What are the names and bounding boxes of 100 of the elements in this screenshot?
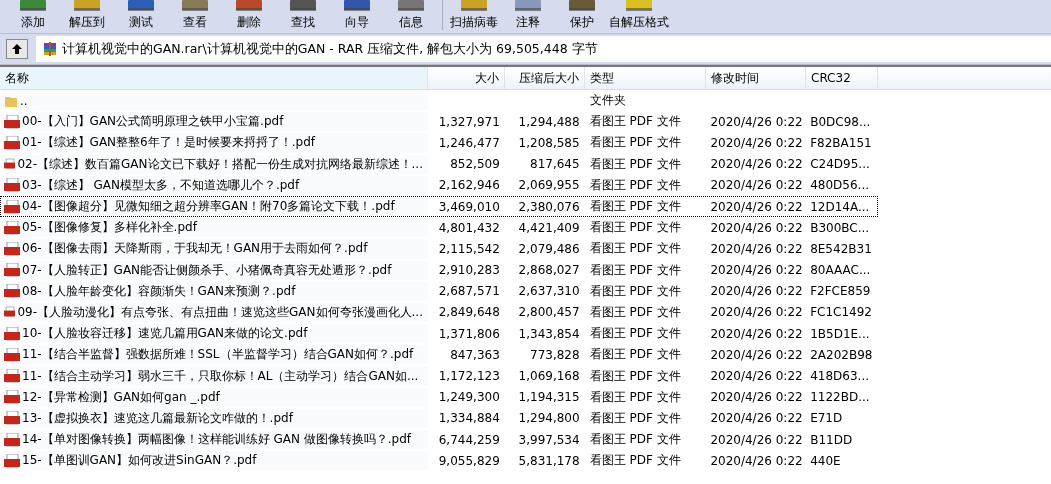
modified-cell: 2020/4/26 0:22 bbox=[710, 178, 803, 193]
toolbar-icon bbox=[288, 0, 318, 12]
file-row[interactable]: 06-【图像去雨】天降斯雨，于我却无！GAN用于去雨如何？.pdf 2,115,542 2,079,486 看图王 PDF 文件 2020/4/26 0:22 8E542B31 bbox=[0, 238, 878, 260]
type-cell: 看图王 PDF 文件 bbox=[589, 240, 681, 258]
modified-cell: 2020/4/26 0:22 bbox=[710, 135, 803, 150]
pdf-file-icon bbox=[4, 284, 20, 299]
packed-size-cell: 2,380,076 bbox=[518, 199, 580, 214]
modified-cell: 2020/4/26 0:22 bbox=[710, 284, 803, 299]
pdf-file-icon bbox=[4, 135, 20, 150]
file-row[interactable]: 05-【图像修复】多样化补全.pdf 4,801,432 4,421,409 看图王 PDF 文件 2020/4/26 0:22 B300BC... bbox=[0, 217, 878, 239]
type-cell: 文件夹 bbox=[589, 92, 626, 110]
address-field[interactable]: 计算机视觉中的GAN.rar\计算机视觉中的GAN - RAR 压缩文件, 解包大小为 69,505,448 字节 bbox=[36, 36, 1051, 62]
toolbar-icon bbox=[513, 0, 543, 12]
file-row[interactable]: 13-【虚拟换衣】速览这几篇最新论文咋做的！.pdf 1,334,884 1,294,800 看图王 PDF 文件 2020/4/26 0:22 E71D bbox=[0, 407, 878, 429]
file-row[interactable]: 14-【单对图像转换】两幅图像！这样能训练好 GAN 做图像转换吗？.pdf 6,744,259 3,997,534 看图王 PDF 文件 2020/4/26 0:22 B11DD bbox=[0, 429, 878, 451]
toolbar-button[interactable]: 测试 bbox=[114, 0, 168, 32]
packed-size-cell: 2,079,486 bbox=[518, 241, 580, 256]
packed-size-cell: 1,294,800 bbox=[518, 411, 580, 426]
modified-cell: 2020/4/26 0:22 bbox=[710, 241, 803, 256]
type-cell: 看图王 PDF 文件 bbox=[589, 113, 681, 131]
size-cell: 1,249,300 bbox=[438, 390, 500, 405]
column-header[interactable]: CRC32 bbox=[806, 67, 878, 89]
crc-cell: 418D63... bbox=[810, 369, 869, 384]
toolbar-button[interactable]: 扫描病毒 bbox=[447, 0, 501, 32]
toolbar-button[interactable]: 信息 bbox=[384, 0, 438, 32]
type-cell: 看图王 PDF 文件 bbox=[589, 452, 681, 470]
column-header[interactable]: 名称 bbox=[0, 67, 428, 89]
crc-cell: 80AAAC... bbox=[810, 263, 871, 278]
toolbar-button[interactable]: 添加 bbox=[6, 0, 60, 32]
column-header[interactable]: 修改时间 bbox=[706, 67, 806, 89]
toolbar-icon bbox=[126, 0, 156, 12]
toolbar-button[interactable]: 注释 bbox=[501, 0, 555, 32]
file-name: 13-【虚拟换衣】速览这几篇最新论文咋做的！.pdf bbox=[22, 409, 293, 427]
up-folder-button[interactable] bbox=[6, 39, 28, 59]
packed-size-cell: 1,194,315 bbox=[518, 390, 580, 405]
toolbar-icon bbox=[459, 0, 489, 12]
column-header[interactable]: 压缩后大小 bbox=[505, 67, 585, 89]
toolbar-icon bbox=[624, 0, 654, 12]
toolbar-icon bbox=[234, 0, 264, 12]
type-cell: 看图王 PDF 文件 bbox=[589, 409, 681, 427]
toolbar-button[interactable]: 删除 bbox=[222, 0, 276, 32]
modified-cell: 2020/4/26 0:22 bbox=[710, 199, 803, 214]
file-row[interactable]: 08-【人脸年龄变化】容颜渐失！GAN来预测？.pdf 2,687,571 2,637,310 看图王 PDF 文件 2020/4/26 0:22 F2FCE859 bbox=[0, 280, 878, 302]
modified-cell: 2020/4/26 0:22 bbox=[710, 432, 803, 447]
up-arrow-icon bbox=[10, 43, 24, 55]
file-row[interactable]: 01-【综述】GAN整整6年了！是时候要来捋捋了！.pdf 1,246,477 1,208,585 看图王 PDF 文件 2020/4/26 0:22 F82BA151 bbox=[0, 132, 878, 154]
type-cell: 看图王 PDF 文件 bbox=[589, 346, 681, 364]
toolbar-icon bbox=[180, 0, 210, 12]
file-row[interactable]: 00-【入门】GAN公式简明原理之铁甲小宝篇.pdf 1,327,971 1,294,488 看图王 PDF 文件 2020/4/26 0:22 B0DC98... bbox=[0, 111, 878, 133]
file-name: 07-【人脸转正】GAN能否让侧颜杀手、小猪佩奇真容无处遁形？.pdf bbox=[22, 261, 392, 279]
crc-cell: FC1C1492 bbox=[810, 305, 872, 320]
file-row[interactable]: 09-【人脸动漫化】有点夸张、有点扭曲！速览这些GAN如何夸张漫画化人... 2,849,648 2,800,457 看图王 PDF 文件 2020/4/26 0:22 FC1C1492 bbox=[0, 301, 878, 324]
size-cell: 1,172,123 bbox=[438, 369, 500, 384]
modified-cell: 2020/4/26 0:22 bbox=[710, 114, 803, 129]
file-row[interactable]: 02-【综述】数百篇GAN论文已下载好！搭配一份生成对抗网络最新综述！... 852,509 817,645 看图王 PDF 文件 2020/4/26 0:22 C24D95... bbox=[0, 153, 878, 175]
modified-cell: 2020/4/26 0:22 bbox=[710, 369, 803, 384]
size-cell: 2,687,571 bbox=[438, 284, 500, 299]
crc-cell: 1122BD... bbox=[810, 390, 870, 405]
size-cell: 1,246,477 bbox=[438, 135, 500, 150]
pdf-file-icon bbox=[4, 114, 20, 129]
column-header[interactable]: 大小 bbox=[428, 67, 505, 89]
pdf-file-icon bbox=[4, 326, 20, 341]
file-row[interactable]: 04-【图像超分】见微知细之超分辨率GAN！附70多篇论文下载！.pdf 3,469,010 2,380,076 看图王 PDF 文件 2020/4/26 0:22 12D14A... bbox=[0, 195, 878, 218]
size-cell: 2,910,283 bbox=[438, 263, 500, 278]
modified-cell: 2020/4/26 0:22 bbox=[710, 220, 803, 235]
file-row[interactable]: 10-【人脸妆容迁移】速览几篇用GAN来做的论文.pdf 1,371,806 1,343,854 看图王 PDF 文件 2020/4/26 0:22 1B5D1E... bbox=[0, 323, 878, 345]
file-row[interactable]: .. 文件夹 bbox=[0, 90, 878, 112]
file-row[interactable]: 07-【人脸转正】GAN能否让侧颜杀手、小猪佩奇真容无处遁形？.pdf 2,910,283 2,868,027 看图王 PDF 文件 2020/4/26 0:22 80AAAC... bbox=[0, 259, 878, 281]
packed-size-cell: 2,069,955 bbox=[518, 178, 580, 193]
toolbar-button[interactable]: 向导 bbox=[330, 0, 384, 32]
pdf-file-icon bbox=[4, 453, 20, 468]
modified-cell: 2020/4/26 0:22 bbox=[710, 157, 803, 172]
crc-cell: B0DC98... bbox=[810, 114, 871, 129]
pdf-file-icon bbox=[4, 432, 20, 447]
file-row[interactable]: 11-【结合主动学习】弱水三千，只取你标！AL（主动学习）结合GAN如... 1,172,123 1,069,168 看图王 PDF 文件 2020/4/26 0:22 418D63... bbox=[0, 365, 878, 387]
toolbar-button[interactable]: 查看 bbox=[168, 0, 222, 32]
toolbar-button[interactable]: 自解压格式 bbox=[609, 0, 669, 32]
type-cell: 看图王 PDF 文件 bbox=[589, 388, 681, 406]
size-cell: 1,371,806 bbox=[438, 326, 500, 341]
file-name: 08-【人脸年龄变化】容颜渐失！GAN来预测？.pdf bbox=[22, 282, 296, 300]
packed-size-cell: 2,868,027 bbox=[518, 263, 580, 278]
file-row[interactable]: 11-【结合半监督】强数据所难！SSL（半监督学习）结合GAN如何？.pdf 847,363 773,828 看图王 PDF 文件 2020/4/26 0:22 2A202B98 bbox=[0, 344, 878, 366]
packed-size-cell: 817,645 bbox=[530, 157, 580, 172]
crc-cell: F82BA151 bbox=[810, 135, 872, 150]
toolbar-button[interactable]: 保护 bbox=[555, 0, 609, 32]
crc-cell: 440E bbox=[810, 453, 841, 468]
toolbar-button[interactable]: 查找 bbox=[276, 0, 330, 32]
pdf-file-icon bbox=[4, 390, 20, 405]
file-row[interactable]: 12-【异常检测】GAN如何gan _.pdf 1,249,300 1,194,315 看图王 PDF 文件 2020/4/26 0:22 1122BD... bbox=[0, 386, 878, 408]
type-cell: 看图王 PDF 文件 bbox=[589, 219, 681, 237]
size-cell: 1,334,884 bbox=[438, 411, 500, 426]
file-row[interactable]: 03-【综述】 GAN模型太多，不知道选哪儿个？.pdf 2,162,946 2,069,955 看图王 PDF 文件 2020/4/26 0:22 480D56... bbox=[0, 174, 878, 196]
file-row[interactable]: 15-【单图训GAN】如何改进SinGAN？.pdf 9,055,829 5,831,178 看图王 PDF 文件 2020/4/26 0:22 440E bbox=[0, 450, 878, 472]
type-cell: 看图王 PDF 文件 bbox=[589, 134, 681, 152]
file-name: 02-【综述】数百篇GAN论文已下载好！搭配一份生成对抗网络最新综述！... bbox=[17, 155, 423, 173]
pdf-file-icon bbox=[4, 369, 20, 384]
pdf-file-icon bbox=[4, 220, 20, 235]
column-header[interactable]: 类型 bbox=[585, 67, 706, 89]
packed-size-cell: 2,637,310 bbox=[518, 284, 580, 299]
toolbar-button[interactable]: 解压到 bbox=[60, 0, 114, 32]
